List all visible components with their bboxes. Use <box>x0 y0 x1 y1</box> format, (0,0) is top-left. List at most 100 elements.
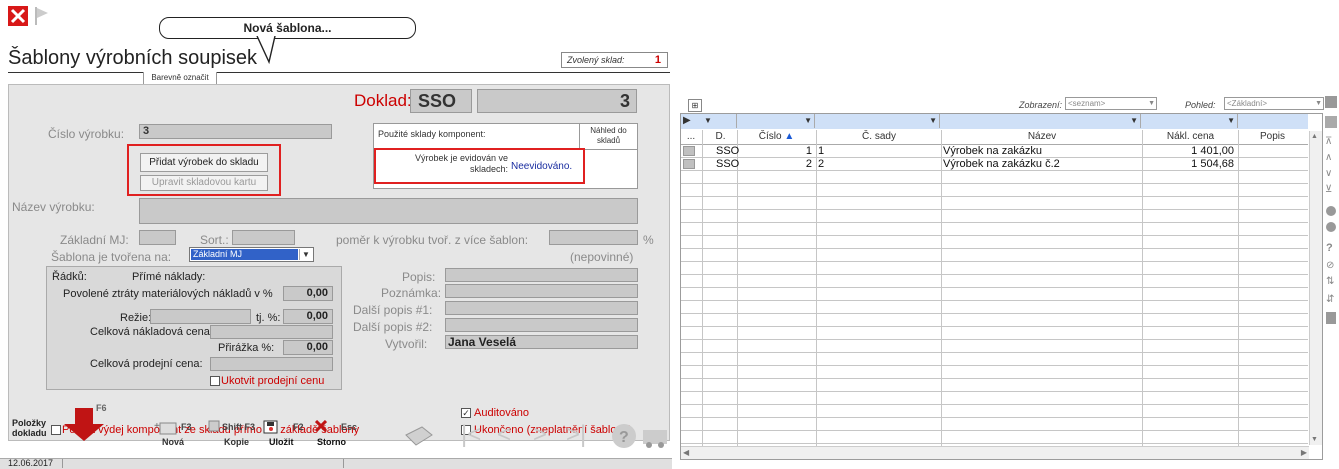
preview-button[interactable]: Náhled do skladů <box>579 124 637 150</box>
callout-text: Nová šablona... <box>243 21 332 35</box>
desc2-field[interactable] <box>445 318 638 332</box>
first-record-button[interactable]: |< <box>461 423 491 449</box>
product-number-field[interactable]: 3 <box>139 124 332 139</box>
row-separator <box>681 404 1308 405</box>
filter-cena[interactable]: ▼ <box>1143 114 1238 128</box>
svg-text:+: + <box>154 421 160 432</box>
filter-nazev[interactable]: ▼ <box>942 114 1141 128</box>
flag-icon[interactable] <box>34 6 50 26</box>
filter-sada[interactable]: ▼ <box>817 114 940 128</box>
last-record-button[interactable]: >| <box>566 423 596 449</box>
column-header-d[interactable]: D. <box>704 131 737 142</box>
column-header-select[interactable]: ... <box>681 131 701 142</box>
first-icon[interactable]: ⊼ <box>1325 136 1332 147</box>
table-row[interactable]: SSO 1 1 Výrobek na zakázku 1 401,00 <box>681 145 1308 157</box>
row-separator <box>681 430 1308 431</box>
doklad-number: 3 <box>619 91 630 111</box>
column-header-nazev[interactable]: Název <box>942 131 1142 142</box>
down-icon[interactable]: ∨ <box>1325 168 1332 179</box>
add-to-stock-button[interactable]: Přidat výrobek do skladu <box>140 153 268 172</box>
description-field[interactable] <box>445 268 638 282</box>
cancel-button[interactable]: Esc Storno <box>313 420 359 450</box>
column-header-popis[interactable]: Popis <box>1239 131 1306 142</box>
tab-label: Barevně označit <box>151 73 209 82</box>
note-field[interactable] <box>445 284 638 298</box>
sort-icon[interactable]: ⇅ <box>1326 276 1334 287</box>
new-key: F3 <box>181 422 192 432</box>
last-icon[interactable]: ⊻ <box>1325 184 1332 195</box>
items-button-label: Položky dokladu <box>12 418 47 438</box>
basic-unit-field[interactable] <box>139 230 176 245</box>
printer-icon[interactable] <box>1325 96 1337 108</box>
grid-tool-icon[interactable]: ⊞ <box>688 99 702 112</box>
prev-record-button[interactable]: < <box>497 423 527 449</box>
template-based-label: Šablona je tvořena na: <box>51 250 172 264</box>
column-header-sada[interactable]: Č. sady <box>817 131 941 142</box>
copy-button[interactable]: Shift F3 Kopie <box>208 420 264 450</box>
copy-icon[interactable] <box>1325 116 1337 128</box>
row-d: SSO <box>716 145 740 157</box>
warehouse-box: Zvolený sklad: 1 <box>561 52 668 68</box>
cancel-x-icon <box>315 420 327 432</box>
col-sep <box>1238 130 1239 450</box>
help-icon[interactable]: ? <box>610 422 640 450</box>
truck-icon[interactable] <box>640 422 670 450</box>
print-icon[interactable] <box>402 423 434 449</box>
search-next-icon[interactable] <box>1326 222 1336 232</box>
new-button[interactable]: + F3 Nová <box>154 420 204 450</box>
evidence-value: Neevidováno. <box>511 161 573 172</box>
close-button[interactable] <box>8 6 28 26</box>
column-header-cislo[interactable]: Číslo ▲ <box>738 131 815 142</box>
scroll-down-icon[interactable]: ▼ <box>1311 436 1318 443</box>
created-by-value: Jana Veselá <box>448 335 517 349</box>
scroll-up-icon[interactable]: ▲ <box>1311 133 1318 140</box>
order-icon[interactable]: ⇵ <box>1326 294 1334 305</box>
vertical-scrollbar[interactable]: ▲ ▼ <box>1309 131 1322 445</box>
sort-field[interactable] <box>232 230 295 245</box>
chevron-down-icon: ▼ <box>299 249 312 260</box>
save-button[interactable]: F2 Uložit <box>263 420 309 450</box>
new-template-callout[interactable]: Nová šablona... <box>159 17 416 39</box>
filter-icon[interactable]: ⊘ <box>1326 260 1334 271</box>
filter-nav-icon[interactable]: ▶ <box>683 115 695 127</box>
row-separator <box>681 391 1308 392</box>
scroll-right-icon[interactable]: ▶ <box>1301 448 1307 457</box>
row-separator <box>681 170 1308 171</box>
doklad-type: SSO <box>418 91 457 111</box>
edit-stock-card-label: Upravit skladovou kartu <box>151 177 257 188</box>
next-record-button[interactable]: > <box>533 423 563 449</box>
desc2-label: Další popis #2: <box>353 320 433 334</box>
preview-label: Náhled do skladů <box>590 126 627 145</box>
template-based-select[interactable]: Základní MJ ▼ <box>189 247 314 262</box>
allowed-loss-value: 0,00 <box>306 287 328 299</box>
audited-label: Auditováno <box>474 407 530 419</box>
product-name-field[interactable] <box>139 198 638 224</box>
horizontal-scrollbar[interactable]: ◀ ▶ <box>681 446 1309 459</box>
view-select[interactable]: <seznam> ▼ <box>1065 97 1157 110</box>
help-icon[interactable]: ? <box>1326 242 1333 254</box>
table-row[interactable]: SSO 2 2 Výrobek na zakázku č.2 1 504,68 <box>681 158 1308 170</box>
allowed-loss-field[interactable]: 0,00 <box>283 286 333 301</box>
audited-checkbox[interactable]: ✓ <box>461 408 471 418</box>
overhead-pct-field[interactable]: 0,00 <box>283 309 333 324</box>
filter-d[interactable]: ▼ <box>704 114 737 128</box>
filter-cislo[interactable]: ▼ <box>738 114 815 128</box>
scroll-left-icon[interactable]: ◀ <box>683 448 689 457</box>
search-icon[interactable] <box>1326 206 1336 216</box>
column-header-cena[interactable]: Nákl. cena <box>1143 131 1238 142</box>
allow-issue-checkbox[interactable] <box>51 425 61 435</box>
ratio-field[interactable] <box>549 230 638 245</box>
desc1-field[interactable] <box>445 301 638 315</box>
export-icon[interactable] <box>1326 312 1336 324</box>
up-icon[interactable]: ∧ <box>1325 152 1332 163</box>
edit-stock-card-button[interactable]: Upravit skladovou kartu <box>140 175 268 191</box>
col-sep <box>941 130 942 450</box>
sort-label: Sort.: <box>200 233 229 247</box>
markup-field[interactable]: 0,00 <box>283 340 333 355</box>
fix-price-checkbox[interactable] <box>210 376 220 386</box>
total-sale-label: Celková prodejní cena: <box>90 358 203 370</box>
perspective-select[interactable]: <Základní> ▼ <box>1224 97 1324 110</box>
overhead-field[interactable] <box>150 309 251 324</box>
save-key: F2 <box>293 422 304 432</box>
basic-unit-label: Základní MJ: <box>60 233 129 247</box>
